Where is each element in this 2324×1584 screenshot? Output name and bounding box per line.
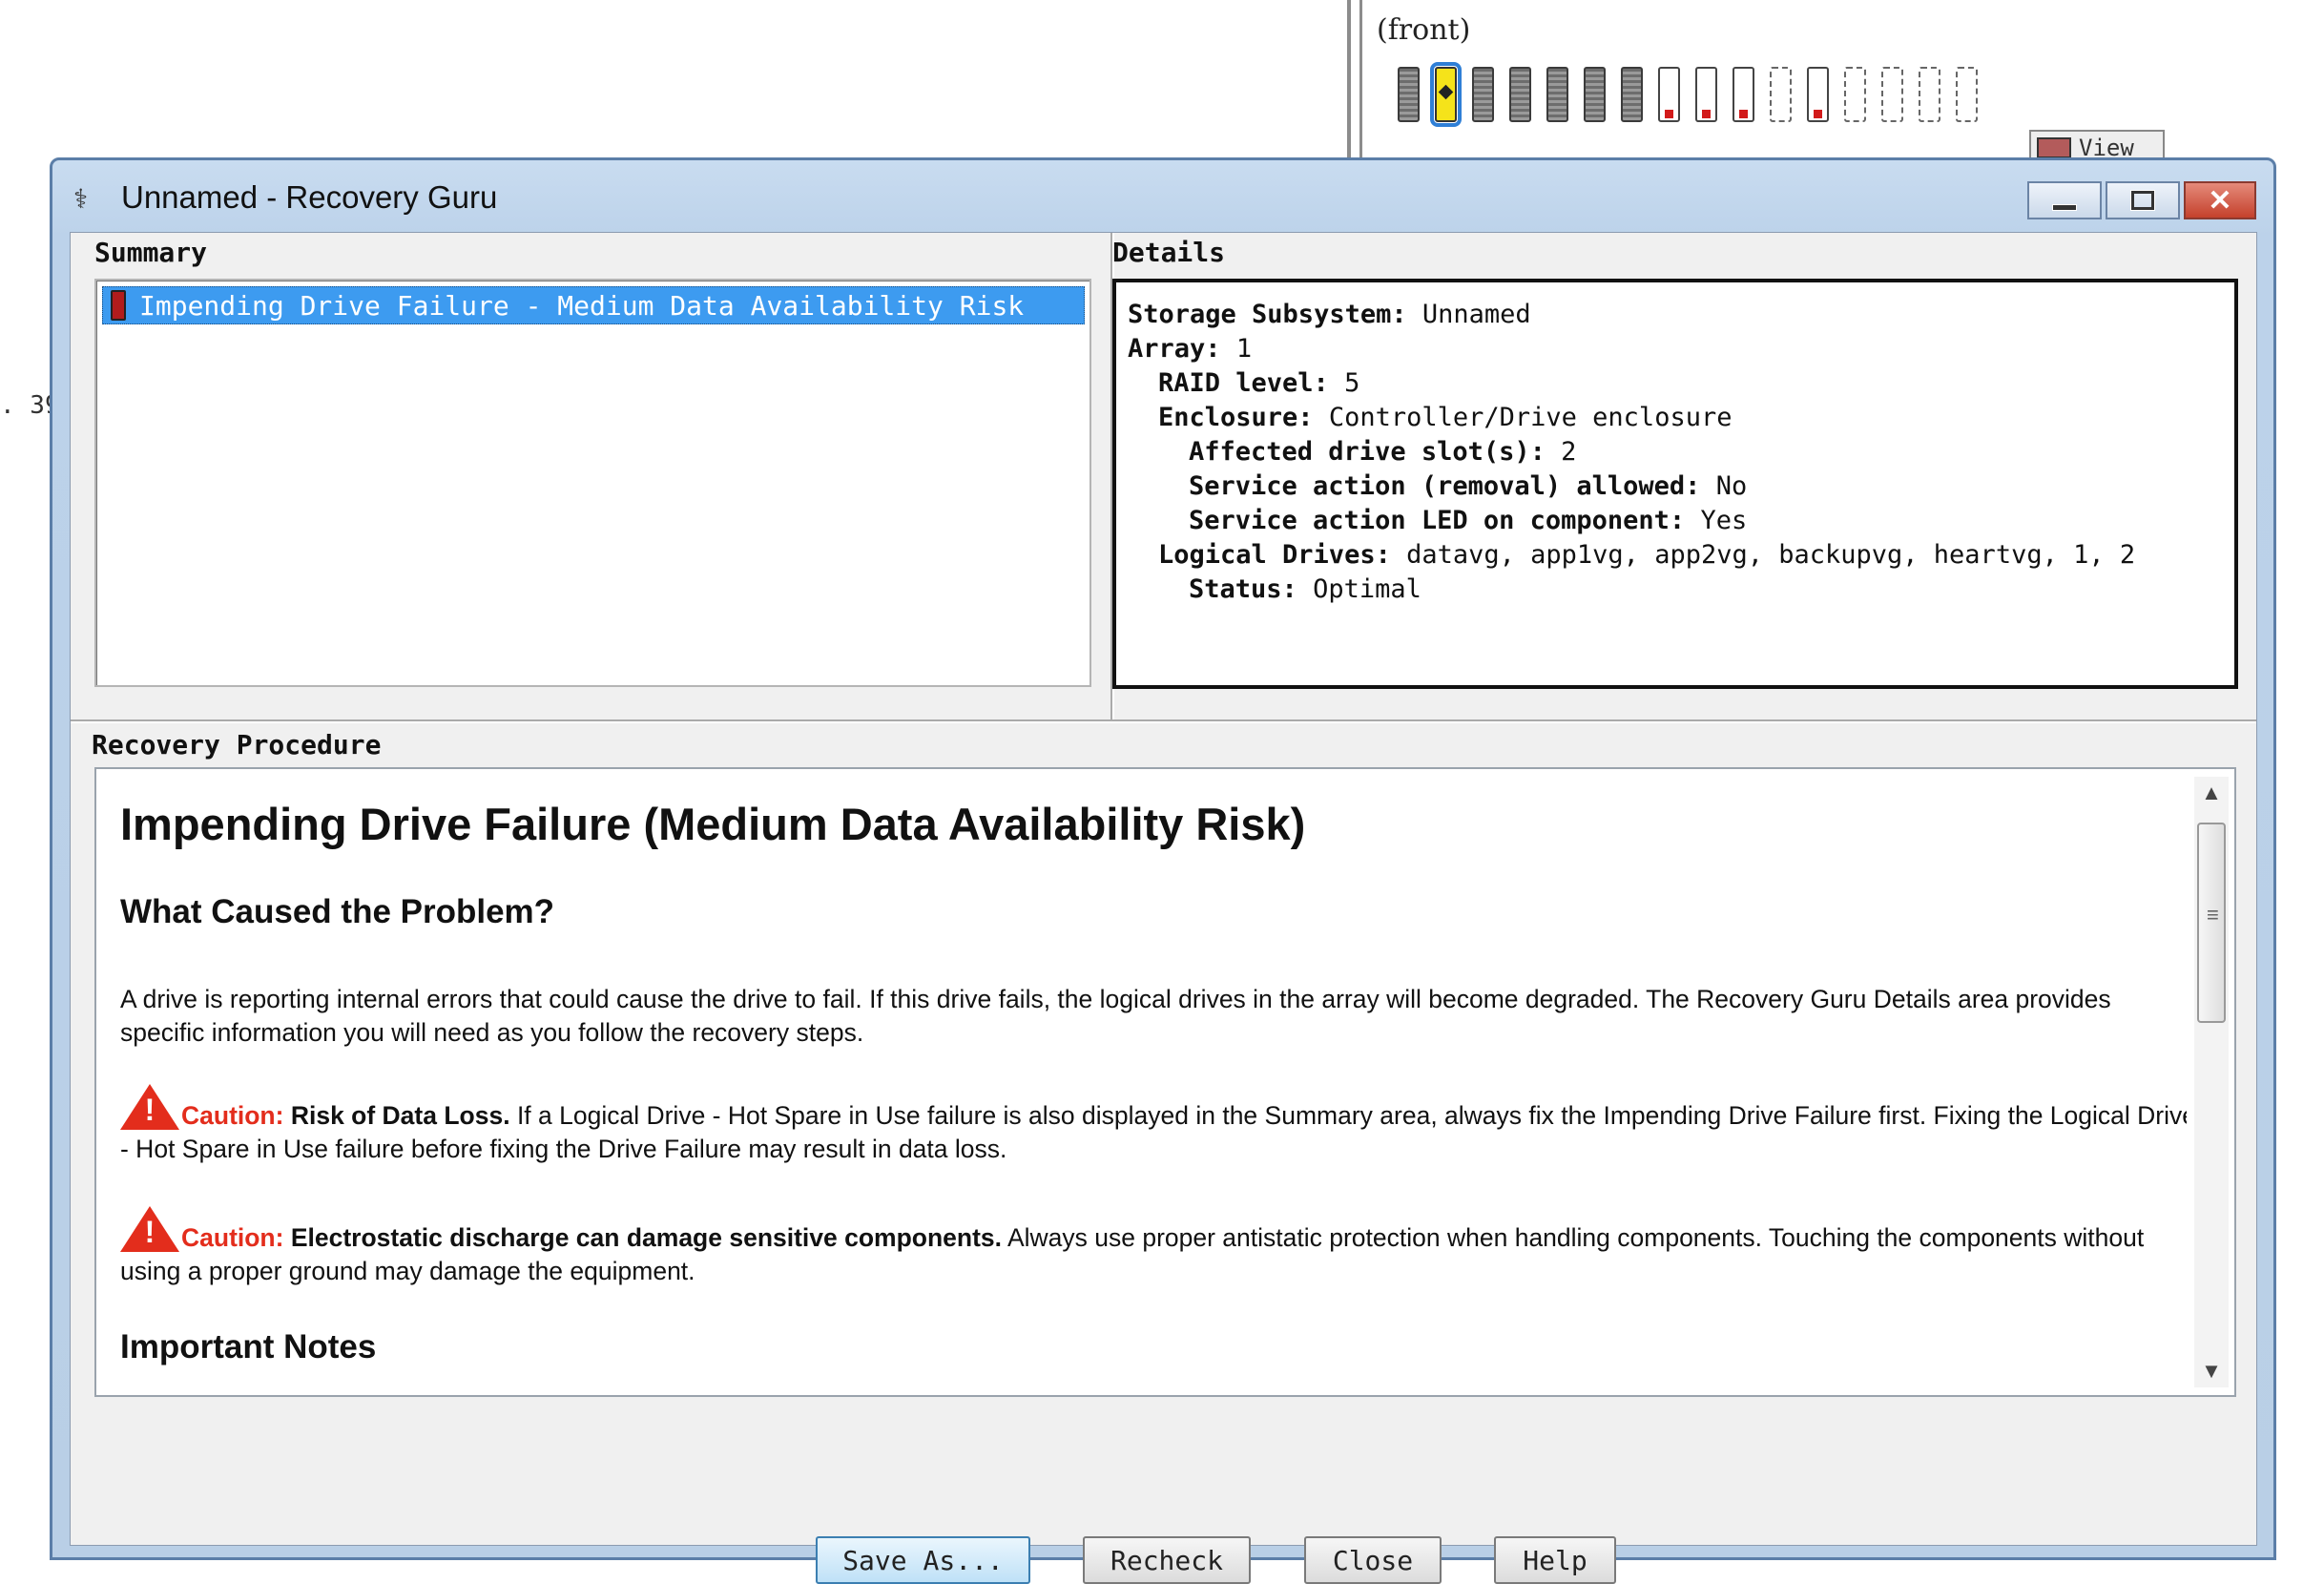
summary-item-label: Impending Drive Failure - Medium Data Av… — [139, 290, 1025, 322]
close-window-button[interactable]: ✕ — [2184, 181, 2256, 219]
minimize-button[interactable] — [2027, 181, 2102, 219]
stethoscope-icon: ⚕ — [73, 184, 89, 214]
drive-slot-4-icon[interactable] — [1509, 67, 1531, 122]
view-icon — [2037, 137, 2071, 158]
drive-slot-row — [1398, 62, 1978, 127]
recovery-guru-dialog: ⚕ Unnamed - Recovery Guru ✕ Summary Impe… — [50, 157, 2276, 1584]
summary-label: Summary — [94, 237, 208, 268]
procedure-scrollbar[interactable]: ▲ ▼ — [2194, 777, 2229, 1387]
drive-slot-8-icon[interactable] — [1658, 67, 1680, 122]
detail-raid-level: RAID level: 5 — [1158, 368, 1359, 398]
cause-heading: What Caused the Problem? — [120, 893, 555, 930]
detail-status: Status: Optimal — [1189, 574, 1421, 604]
detail-array: Array: 1 — [1128, 334, 1252, 364]
detail-value: 1 — [1235, 334, 1253, 364]
maximize-icon — [2131, 191, 2154, 210]
warning-icon — [120, 1206, 179, 1252]
detail-key: RAID level: — [1158, 368, 1329, 398]
horizontal-splitter[interactable] — [71, 719, 2256, 723]
recovery-procedure-label: Recovery Procedure — [92, 729, 382, 761]
recovery-procedure-panel[interactable]: Impending Drive Failure (Medium Data Ava… — [94, 767, 2236, 1397]
enclosure-front-label: (front) — [1377, 13, 1471, 47]
detail-key: Logical Drives: — [1158, 540, 1391, 570]
detail-value: 5 — [1344, 368, 1360, 398]
title-bar[interactable]: ⚕ Unnamed - Recovery Guru ✕ — [52, 160, 2273, 232]
window-title: Unnamed - Recovery Guru — [121, 179, 498, 215]
drive-slot-3-icon[interactable] — [1472, 67, 1494, 122]
detail-value: Optimal — [1313, 574, 1421, 604]
procedure-heading: Impending Drive Failure (Medium Data Ava… — [120, 799, 1306, 849]
drive-slot-15-icon[interactable] — [1919, 67, 1940, 122]
detail-key: Affected drive slot(s): — [1189, 437, 1546, 467]
detail-key: Enclosure: — [1158, 403, 1314, 432]
maximize-button[interactable] — [2106, 181, 2180, 219]
detail-key: Service action LED on component: — [1189, 506, 1686, 535]
detail-value: datavg, app1vg, app2vg, backupvg, heartv… — [1406, 540, 2136, 570]
drive-slot-9-icon[interactable] — [1695, 67, 1717, 122]
details-panel: Storage Subsystem: Unnamed Array: 1 RAID… — [1112, 279, 2238, 689]
detail-removal-allowed: Service action (removal) allowed: No — [1189, 471, 1747, 501]
summary-item-impending-drive-failure[interactable]: Impending Drive Failure - Medium Data Av… — [102, 286, 1085, 324]
caution-title: Electrostatic discharge can damage sensi… — [290, 1223, 1003, 1252]
detail-value: Controller/Drive enclosure — [1328, 403, 1733, 432]
drive-slot-14-icon[interactable] — [1881, 67, 1903, 122]
detail-affected-slots: Affected drive slot(s): 2 — [1189, 437, 1576, 467]
minimize-icon — [2052, 203, 2077, 211]
recheck-button[interactable]: Recheck — [1083, 1536, 1251, 1584]
drive-slot-16-icon[interactable] — [1956, 67, 1978, 122]
dialog-client-area: Summary Impending Drive Failure - Medium… — [70, 232, 2257, 1584]
drive-slot-10-icon[interactable] — [1733, 67, 1754, 122]
caution-title: Risk of Data Loss. — [290, 1101, 510, 1130]
detail-value: No — [1715, 471, 1748, 501]
window-controls: ✕ — [2027, 181, 2256, 219]
caution-data-loss: Caution: Risk of Data Loss. If a Logical… — [120, 1084, 2187, 1166]
important-notes-heading: Important Notes — [120, 1328, 377, 1365]
recovery-procedure-content: Impending Drive Failure (Medium Data Ava… — [96, 769, 2187, 1395]
caution-esd: Caution: Electrostatic discharge can dam… — [120, 1206, 2187, 1288]
scroll-up-arrow-icon[interactable]: ▲ — [2194, 777, 2229, 809]
details-label: Details — [1112, 237, 1226, 268]
detail-value: Unnamed — [1421, 300, 1531, 329]
help-button[interactable]: Help — [1494, 1536, 1616, 1584]
detail-logical-drives: Logical Drives: datavg, app1vg, app2vg, … — [1158, 540, 2135, 570]
detail-key: Array: — [1128, 334, 1221, 364]
drive-slot-5-icon[interactable] — [1546, 67, 1568, 122]
scroll-thumb[interactable] — [2197, 823, 2226, 1023]
drive-slot-7-icon[interactable] — [1621, 67, 1643, 122]
summary-list[interactable]: Impending Drive Failure - Medium Data Av… — [94, 279, 1091, 687]
drive-slot-2-icon[interactable] — [1430, 62, 1462, 127]
close-icon: ✕ — [2208, 184, 2232, 217]
close-button[interactable]: Close — [1304, 1536, 1442, 1584]
detail-service-led: Service action LED on component: Yes — [1189, 506, 1747, 535]
caution-label: Caution: — [181, 1101, 284, 1130]
caution-label: Caution: — [181, 1223, 284, 1252]
cause-text: A drive is reporting internal errors tha… — [120, 985, 2111, 1047]
failed-drive-icon — [111, 290, 126, 321]
drive-slot-1-icon[interactable] — [1398, 67, 1420, 122]
scroll-down-arrow-icon[interactable]: ▼ — [2194, 1355, 2229, 1387]
warning-icon — [120, 1084, 179, 1130]
drive-slot-13-icon[interactable] — [1844, 67, 1866, 122]
drive-slot-12-icon[interactable] — [1807, 67, 1829, 122]
drive-slot-6-icon[interactable] — [1584, 67, 1606, 122]
detail-key: Storage Subsystem: — [1128, 300, 1407, 329]
detail-key: Service action (removal) allowed: — [1189, 471, 1701, 501]
detail-storage-subsystem: Storage Subsystem: Unnamed — [1128, 300, 1531, 329]
detail-value: Yes — [1700, 506, 1748, 535]
detail-key: Status: — [1189, 574, 1297, 604]
detail-value: 2 — [1561, 437, 1577, 467]
save-as-button[interactable]: Save As... — [816, 1536, 1030, 1584]
drive-slot-11-icon[interactable] — [1770, 67, 1792, 122]
detail-enclosure: Enclosure: Controller/Drive enclosure — [1158, 403, 1732, 432]
